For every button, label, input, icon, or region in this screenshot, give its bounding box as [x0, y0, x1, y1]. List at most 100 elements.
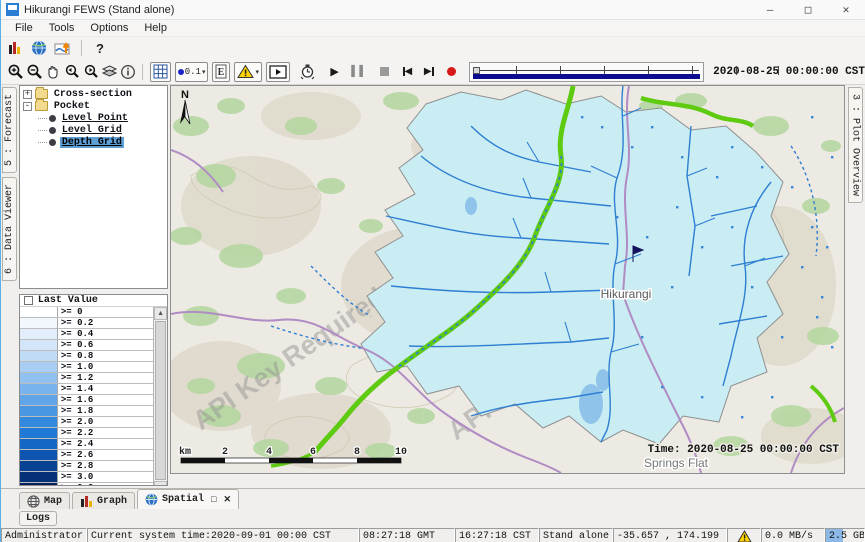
dock-tab-graph[interactable]: Graph — [72, 492, 135, 509]
legend-row: >= 0.8 — [20, 351, 153, 362]
zoom-previous-icon[interactable] — [63, 62, 80, 82]
legend-row: >= 0 — [20, 307, 153, 318]
legend-row: >= 1.4 — [20, 384, 153, 395]
svg-text:2: 2 — [222, 447, 228, 458]
scale-bar-segments — [181, 458, 401, 463]
record-button[interactable] — [445, 63, 458, 81]
skip-to-end-button[interactable]: ▶ — [422, 63, 435, 81]
tab-maximize-icon[interactable]: □ — [211, 495, 216, 505]
tree-expander-icon[interactable]: + — [23, 90, 32, 99]
legend-color-swatch — [20, 329, 58, 339]
legend-threshold-label: >= 1.2 — [58, 373, 153, 383]
svg-text:km: km — [179, 446, 191, 458]
logs-row: Logs — [1, 509, 865, 528]
legend-threshold-label: >= 0.4 — [58, 329, 153, 339]
stop-button[interactable] — [377, 63, 390, 81]
locality-label: Springs Flat — [644, 456, 709, 470]
dock-tab-map[interactable]: Map — [19, 492, 70, 509]
time-slider[interactable] — [469, 62, 705, 82]
grid-scale-dropdown[interactable]: 0.1 ▾ — [175, 62, 209, 82]
map-toolbar: 0.1 ▾ E ▾ ▶ ▌▌ ◀ ▶ 2020-08-25 00:00:00 C… — [1, 59, 865, 85]
pan-hand-icon[interactable] — [45, 62, 61, 82]
tree-item-label: Level Grid — [60, 125, 124, 136]
zoom-in-icon[interactable] — [7, 62, 24, 82]
legend-threshold-label: >= 2.4 — [58, 439, 153, 449]
svg-text:6: 6 — [310, 447, 316, 458]
legend-threshold-label: >= 0.2 — [58, 318, 153, 328]
tree-item-label: Depth Grid — [60, 137, 124, 148]
close-button[interactable]: ✕ — [827, 0, 865, 19]
legend-threshold-label: >= 0.6 — [58, 340, 153, 350]
pause-button[interactable]: ▌▌ — [351, 63, 367, 81]
window-title: Hikurangi FEWS (Stand alone) — [24, 4, 174, 16]
side-tab-3-plot-overview[interactable]: 3 : Plot Overview — [848, 87, 863, 203]
tree-item-level-grid[interactable]: Level Grid — [20, 124, 167, 136]
menu-help[interactable]: Help — [136, 21, 175, 35]
animation-window-button[interactable] — [266, 62, 290, 82]
legend-panel: Last Value >= 0>= 0.2>= 0.4>= 0.6>= 0.8>… — [19, 294, 168, 486]
zoom-out-icon[interactable] — [26, 62, 43, 82]
town-label: Hikurangi — [601, 287, 652, 301]
tree-item-pocket[interactable]: - Pocket — [20, 100, 167, 112]
legend-color-swatch — [20, 340, 58, 350]
zoom-next-icon[interactable] — [82, 62, 99, 82]
legend-color-swatch — [20, 318, 58, 328]
map-globe-icon[interactable] — [29, 38, 49, 58]
database-viewer-icon[interactable] — [5, 38, 25, 58]
legend-color-swatch — [20, 439, 58, 449]
scrollbar-thumb[interactable] — [155, 321, 166, 480]
map-canvas[interactable]: API Key Required API Key Required — [171, 86, 844, 473]
menu-file[interactable]: File — [7, 21, 41, 35]
legend-row: >= 3.2 — [20, 483, 153, 486]
help-icon[interactable]: ? — [90, 38, 110, 58]
time-slider-handle[interactable] — [473, 67, 480, 74]
minimize-button[interactable]: — — [751, 0, 789, 19]
skip-to-start-button[interactable]: ◀ — [401, 63, 414, 81]
svg-text:4: 4 — [266, 447, 272, 458]
legend-row: >= 1.6 — [20, 395, 153, 406]
status-cell-coordinates: -35.657 , 174.199 — [613, 528, 727, 542]
layers-icon[interactable] — [101, 62, 118, 82]
grid-toggle-button[interactable] — [150, 62, 171, 82]
status-cell-system-time: Current system time:2020-09-01 00:00 CST — [87, 528, 359, 542]
legend-threshold-label: >= 1.0 — [58, 362, 153, 372]
side-tab-5-forecast[interactable]: 5 : Forecast — [2, 87, 17, 173]
logs-tab[interactable]: Logs — [19, 511, 57, 526]
scale-dot-icon — [178, 69, 184, 75]
tree-item-level-point[interactable]: Level Point — [20, 112, 167, 124]
play-button[interactable]: ▶ — [328, 63, 341, 81]
menu-options[interactable]: Options — [82, 21, 136, 35]
svg-text:8: 8 — [354, 447, 360, 458]
side-tab-6-data-viewer[interactable]: 6 : Data Viewer — [2, 177, 17, 281]
legend-scrollbar[interactable]: ▲ ▼ — [153, 307, 167, 486]
folder-icon — [35, 89, 48, 99]
svg-text:10: 10 — [395, 447, 407, 458]
menu-tools[interactable]: Tools — [41, 21, 83, 35]
legend-row: >= 0.4 — [20, 329, 153, 340]
warnings-dropdown[interactable]: ▾ — [234, 62, 262, 82]
legend-threshold-label: >= 2.6 — [58, 450, 153, 460]
maximize-button[interactable]: □ — [789, 0, 827, 19]
label-toggle-button[interactable]: E — [212, 62, 230, 82]
scroll-up-icon[interactable]: ▲ — [154, 307, 167, 320]
legend-threshold-label: >= 3.2 — [58, 483, 153, 486]
scroll-down-icon[interactable]: ▼ — [154, 481, 167, 486]
menu-bar: FileToolsOptionsHelp — [1, 20, 865, 37]
status-cell-throughput: 0.0 MB/s — [761, 528, 825, 542]
tree-item-label: Pocket — [52, 101, 92, 112]
dock-tab-spatial[interactable]: Spatial□✕ — [137, 489, 239, 509]
tree-connector — [38, 118, 47, 119]
tree-expander-icon[interactable]: - — [23, 102, 32, 111]
legend-row: >= 0.6 — [20, 340, 153, 351]
time-settings-icon[interactable] — [299, 62, 316, 82]
status-cell-warning[interactable] — [727, 528, 761, 542]
tree-item-depth-grid[interactable]: Depth Grid — [20, 136, 167, 148]
spatial-display-icon[interactable] — [53, 38, 73, 58]
toolbar-separator — [142, 64, 143, 80]
tab-close-icon[interactable]: ✕ — [223, 495, 231, 505]
info-icon[interactable] — [120, 62, 136, 82]
legend-row: >= 1.2 — [20, 373, 153, 384]
legend-threshold-label: >= 1.8 — [58, 406, 153, 416]
last-value-checkbox[interactable] — [24, 296, 33, 305]
legend-color-swatch — [20, 395, 58, 405]
